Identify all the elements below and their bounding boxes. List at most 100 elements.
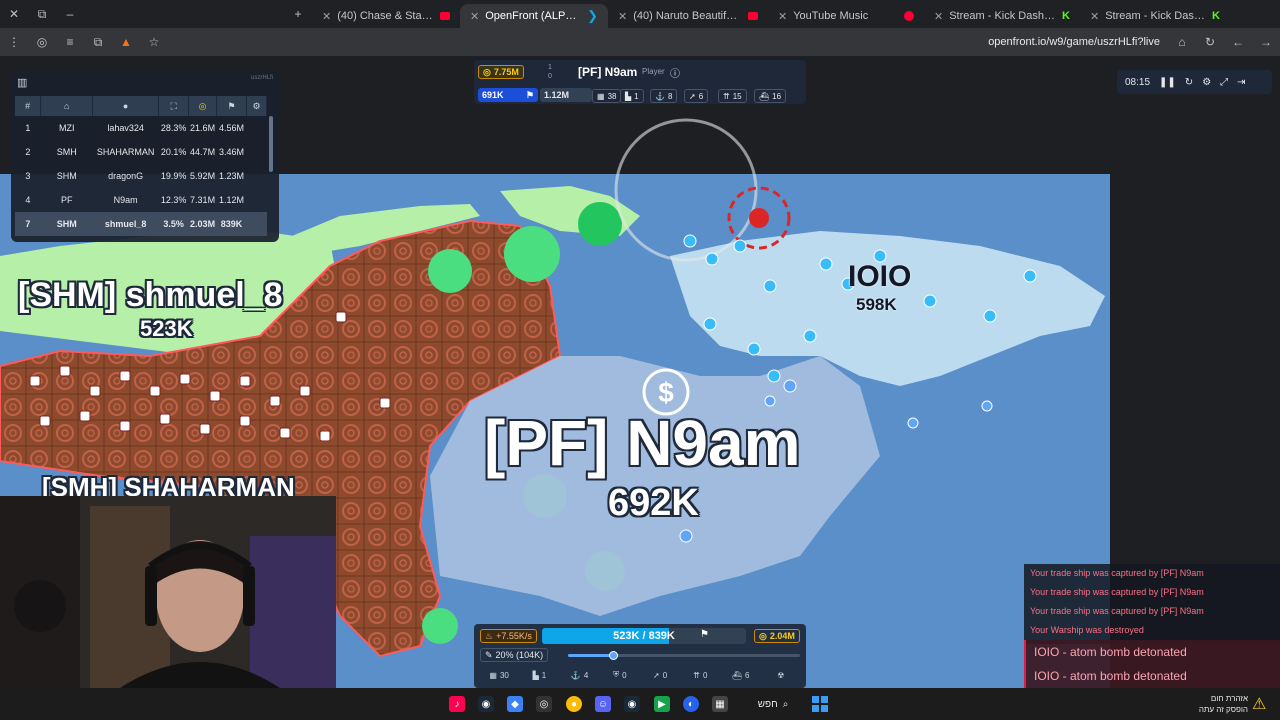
tab-naruto[interactable]: ✕ (40) Naruto Beautiful Music Mix: [608, 4, 768, 28]
home-icon[interactable]: ⌂: [1168, 28, 1196, 56]
unit-count: 16: [772, 91, 782, 101]
tab-chase-status[interactable]: ✕ (40) Chase & Status - All Go: [312, 4, 460, 28]
table-row[interactable]: 3 SHM dragonG 19.9% 5.92M 1.23M: [15, 164, 267, 188]
tab-kick-1[interactable]: ✕ Stream - Kick Dashboard K: [924, 4, 1080, 28]
table-row[interactable]: 1 MZI lahav324 28.3% 21.6M 4.56M: [15, 116, 267, 140]
back-icon[interactable]: →: [1252, 28, 1280, 56]
settings-icon[interactable]: ⚙: [1202, 77, 1211, 88]
game-id: uszrHLfi: [250, 75, 273, 81]
build-warship-button[interactable]: ⛴ 6: [722, 667, 760, 683]
build-count: 30: [499, 670, 509, 680]
close-icon[interactable]: ✕: [618, 10, 627, 23]
new-tab-icon[interactable]: +: [284, 0, 312, 28]
settings-icon[interactable]: ⚙: [246, 96, 267, 116]
build-defense-button[interactable]: ⛨ 0: [601, 667, 639, 683]
city-icon: ▦: [597, 91, 605, 101]
tiles: 12.3%: [160, 195, 187, 205]
live-icon[interactable]: ▶: [654, 696, 670, 712]
fullscreen-icon[interactable]: ⤢: [1220, 77, 1228, 88]
tab-search-icon[interactable]: ≡: [56, 28, 84, 56]
game-canvas[interactable]: $ [SHM] shmuel_8 523K [PF] N9am 692K IOI…: [0, 56, 1280, 688]
obs-icon[interactable]: ◎: [536, 696, 552, 712]
pause-icon[interactable]: ❚❚: [1159, 77, 1176, 88]
chrome-icon[interactable]: ●: [566, 696, 582, 712]
build-city-button[interactable]: ▦ 30: [480, 667, 518, 683]
reload-icon[interactable]: ↻: [1196, 28, 1224, 56]
col-rank[interactable]: #: [15, 96, 42, 116]
leaderboard-scrollbar[interactable]: [269, 116, 273, 172]
alert-message: IOIO - atom bomb detonated: [1034, 645, 1187, 659]
taskbar-search[interactable]: חפש ⌕: [744, 696, 802, 712]
unit-warship: ⛴ 16: [754, 89, 787, 103]
exit-icon[interactable]: ⇥: [1237, 77, 1245, 88]
discord-icon[interactable]: ☺: [595, 696, 611, 712]
sam-icon: ⇈: [723, 91, 730, 101]
defense-post-icon: ⛨: [613, 670, 620, 679]
app-icon[interactable]: ◆: [507, 696, 523, 712]
game-timer-panel: 08:15 ❚❚ ↻ ⚙ ⤢ ⇥: [1117, 70, 1272, 94]
tiktok-icon[interactable]: ♪: [449, 696, 465, 712]
troops-icon[interactable]: ⚑: [216, 96, 248, 116]
tab-kick-2[interactable]: ✕ Stream - Kick Dashboard K: [1080, 4, 1230, 28]
screenshot-icon[interactable]: ⧉: [84, 28, 112, 56]
green-territory: [578, 202, 622, 246]
attack-ratio-slider-handle[interactable]: [609, 651, 619, 660]
close-icon[interactable]: ✕: [934, 10, 943, 23]
missile-silo-icon: ➚: [689, 91, 696, 101]
forward-icon[interactable]: ←: [1224, 28, 1252, 56]
weather-widget[interactable]: אזהרת חום הופסק זה עתה: [1188, 693, 1248, 715]
close-icon[interactable]: ✕: [322, 10, 331, 23]
minimize-icon[interactable]: –: [56, 0, 84, 28]
green-territory: [428, 249, 472, 293]
attack-ratio-slider[interactable]: [568, 654, 800, 657]
leaderboard-icon[interactable]: ▥: [17, 76, 31, 90]
calculator-icon[interactable]: ▦: [712, 696, 728, 712]
tab-youtube-music[interactable]: ✕ YouTube Music: [768, 4, 924, 28]
flag-icon[interactable]: ⌂: [40, 96, 94, 116]
build-nuke-button[interactable]: ☢: [762, 667, 800, 683]
tiles-icon[interactable]: ⛶: [158, 96, 190, 116]
unit-count: 38: [607, 91, 617, 101]
rank: 7: [15, 212, 41, 236]
event-message: Your trade ship was captured by [PF] N9a…: [1030, 568, 1204, 578]
table-row[interactable]: 4 PF N9am 12.3% 7.31M 1.12M: [15, 188, 267, 212]
build-sam-button[interactable]: ⇈ 0: [681, 667, 719, 683]
rank: 2: [25, 147, 31, 157]
gold-icon[interactable]: ◎: [188, 96, 218, 116]
brave-icon[interactable]: ▲: [112, 28, 140, 56]
info-icon[interactable]: ⓘ: [670, 65, 680, 80]
player-name: SHAHARMAN: [96, 147, 155, 157]
close-icon[interactable]: ✕: [778, 10, 787, 23]
menu-icon[interactable]: ⋮: [0, 28, 28, 56]
steam-icon[interactable]: ◉: [478, 696, 494, 712]
close-icon[interactable]: ✕: [1090, 10, 1099, 23]
close-icon[interactable]: ✕: [470, 10, 479, 23]
table-row-current-player[interactable]: 7 SHM shmuel_8 3.5% 2.03M 839K: [15, 212, 267, 236]
windows-start-icon[interactable]: [812, 696, 828, 712]
nuke-target-core: [749, 208, 769, 228]
restore-icon[interactable]: ⧉: [28, 0, 56, 28]
window-close-icon[interactable]: ✕: [0, 0, 28, 28]
extension-icon[interactable]: ◎: [28, 28, 56, 56]
map-label-shmuel: [SHM] shmuel_8: [18, 276, 283, 314]
bookmark-star-icon[interactable]: ☆: [140, 28, 168, 56]
build-silo-button[interactable]: ➚ 0: [641, 667, 679, 683]
edge-icon[interactable]: ◐: [683, 696, 699, 712]
map-troops-n9am: 692K: [608, 482, 699, 524]
url-field[interactable]: openfront.io/w9/game/uszrHLfi?live: [988, 36, 1160, 48]
build-factory-button[interactable]: ▙ 1: [520, 667, 558, 683]
game-timer: 08:15: [1125, 76, 1151, 88]
build-port-button[interactable]: ⚓ 4: [561, 667, 599, 683]
replay-icon[interactable]: ↻: [1185, 77, 1193, 88]
gold: 7.31M: [190, 195, 216, 205]
unit-port: ⚓ 8: [650, 89, 678, 103]
gold: 2.03M: [188, 212, 217, 236]
steam-icon[interactable]: ◉: [624, 696, 640, 712]
tab-label: YouTube Music: [793, 10, 869, 22]
tab-openfront[interactable]: ✕ OpenFront (ALPHA) ❯: [460, 4, 608, 28]
green-territory: [504, 226, 560, 282]
player-icon[interactable]: ●: [92, 96, 160, 116]
player-name: N9am: [113, 195, 138, 205]
troops: 4.56M: [219, 123, 245, 133]
table-row[interactable]: 2 SMH SHAHARMAN 20.1% 44.7M 3.46M: [15, 140, 267, 164]
